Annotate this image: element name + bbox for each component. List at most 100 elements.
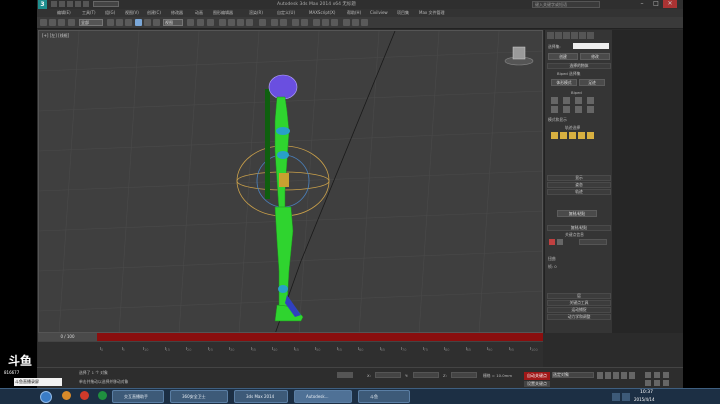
viewport-label[interactable]: [+] [左] [线框] xyxy=(42,33,69,39)
key-prev-icon[interactable] xyxy=(549,239,555,245)
auto-key-button[interactable]: 自动关键点 xyxy=(524,372,550,380)
undo-icon[interactable] xyxy=(75,1,81,7)
key-next-icon[interactable] xyxy=(557,239,563,245)
scale-tool-icon[interactable] xyxy=(153,19,160,26)
rollout-track[interactable]: 轨迹 xyxy=(547,189,611,195)
schematic-view-icon[interactable] xyxy=(322,19,329,26)
maximize-viewport-icon[interactable] xyxy=(663,380,669,386)
display-tab-icon[interactable] xyxy=(579,32,586,39)
track-select-icon[interactable] xyxy=(587,132,594,139)
lock-selection-icon[interactable] xyxy=(337,372,353,378)
rendered-frame-icon[interactable] xyxy=(352,19,359,26)
menu-animation[interactable]: 动画 xyxy=(195,10,203,16)
biped-tool-icon[interactable] xyxy=(575,106,582,113)
spinner-snap-icon[interactable] xyxy=(246,19,253,26)
copy-paste-button[interactable]: 复制/粘贴 xyxy=(557,210,597,217)
folder-icon[interactable] xyxy=(62,391,71,400)
redo-icon[interactable] xyxy=(83,1,89,7)
named-selection-icon[interactable] xyxy=(259,19,266,26)
biped-tool-icon[interactable] xyxy=(575,97,582,104)
minimize-button[interactable]: – xyxy=(635,0,649,8)
menu-graph-editors[interactable]: 图形编辑器 xyxy=(213,10,233,16)
unlink-icon[interactable] xyxy=(49,19,56,26)
track-select-icon[interactable] xyxy=(578,132,585,139)
animation-track-bar[interactable] xyxy=(97,333,543,341)
time-slider[interactable]: 0 / 100 xyxy=(38,333,97,341)
z-coordinate-field[interactable] xyxy=(451,372,477,378)
workspace-dropdown[interactable] xyxy=(93,1,119,7)
maximize-button[interactable]: □ xyxy=(649,0,663,8)
taskbar-item-douyu[interactable]: 斗鱼 xyxy=(358,390,410,403)
bind-spacewarp-icon[interactable] xyxy=(58,19,65,26)
object-name-field[interactable] xyxy=(573,43,609,49)
select-manipulate-icon[interactable] xyxy=(197,19,204,26)
modify-tab-icon[interactable] xyxy=(555,32,562,39)
pan-icon[interactable] xyxy=(645,380,651,386)
snaps-toggle-icon[interactable] xyxy=(219,19,226,26)
zoom-all-icon[interactable] xyxy=(654,372,660,378)
close-button[interactable]: ✕ xyxy=(663,0,677,8)
curve-editor-icon[interactable] xyxy=(313,19,320,26)
rollout-key-tools[interactable]: 关键点工具 xyxy=(547,300,611,306)
tray-volume-icon[interactable] xyxy=(622,393,630,401)
menu-views[interactable]: 视图(V) xyxy=(125,10,139,16)
track-select-icon[interactable] xyxy=(551,132,558,139)
zoom-icon[interactable] xyxy=(645,372,651,378)
open-file-icon[interactable] xyxy=(59,1,65,7)
menu-rendering[interactable]: 渲染(R) xyxy=(249,10,263,16)
biped-tool-icon[interactable] xyxy=(551,97,558,104)
rollout-selected-object[interactable]: 选择的物体 xyxy=(547,63,611,69)
biped-tool-icon[interactable] xyxy=(551,106,558,113)
menu-project[interactable]: 项目集 xyxy=(397,10,409,16)
select-by-name-icon[interactable] xyxy=(107,19,114,26)
next-frame-icon[interactable] xyxy=(621,372,627,379)
rollout-motion-capture[interactable]: 运动捕捉 xyxy=(547,307,611,313)
tab-a-button[interactable]: 创建 xyxy=(548,53,578,60)
select-link-icon[interactable] xyxy=(40,19,47,26)
menu-create[interactable]: 创建(C) xyxy=(147,10,161,16)
mirror-icon[interactable] xyxy=(271,19,278,26)
key-filter-dropdown[interactable]: 选定对象 xyxy=(552,372,594,378)
go-end-icon[interactable] xyxy=(629,372,635,379)
material-editor-icon[interactable] xyxy=(331,19,338,26)
go-start-icon[interactable] xyxy=(597,372,603,379)
percent-snap-icon[interactable] xyxy=(237,19,244,26)
window-crossing-icon[interactable] xyxy=(125,19,132,26)
rect-select-icon[interactable] xyxy=(116,19,123,26)
key-number-field[interactable] xyxy=(579,239,607,245)
footstep-mode-button[interactable]: 足迹 xyxy=(579,79,605,86)
tab-b-button[interactable]: 修改 xyxy=(580,53,610,60)
render-setup-icon[interactable] xyxy=(343,19,350,26)
viewport-left[interactable]: [+] [左] [线框] xyxy=(38,30,543,333)
media-player-icon[interactable] xyxy=(80,391,89,400)
biped-tool-icon[interactable] xyxy=(563,106,570,113)
keyboard-shortcut-icon[interactable] xyxy=(207,19,214,26)
biped-leg[interactable] xyxy=(274,206,294,312)
menu-group[interactable]: 组(G) xyxy=(105,10,115,16)
menu-edit[interactable]: 编辑(E) xyxy=(57,10,71,16)
angle-snap-icon[interactable] xyxy=(228,19,235,26)
menu-file-manager[interactable]: Max 文件管理 xyxy=(419,10,445,16)
move-tool-icon[interactable] xyxy=(135,19,142,26)
layer-manager-icon[interactable] xyxy=(292,19,299,26)
taskbar-item-3dsmax[interactable]: 3ds Max 2014 xyxy=(234,390,288,403)
save-file-icon[interactable] xyxy=(67,1,73,7)
x-coordinate-field[interactable] xyxy=(375,372,401,378)
app-logo-icon[interactable]: 3 xyxy=(38,0,47,9)
selection-filter-dropdown[interactable]: 全部 xyxy=(79,19,103,26)
biped-tool-icon[interactable] xyxy=(587,97,594,104)
rotate-tool-icon[interactable] xyxy=(144,19,151,26)
utilities-tab-icon[interactable] xyxy=(587,32,594,39)
orbit-icon[interactable] xyxy=(654,380,660,386)
hierarchy-tab-icon[interactable] xyxy=(563,32,570,39)
create-tab-icon[interactable] xyxy=(547,32,554,39)
menu-civilview[interactable]: Civilview xyxy=(370,10,388,15)
biped-tool-icon[interactable] xyxy=(563,97,570,104)
new-file-icon[interactable] xyxy=(51,1,57,7)
taskbar-item-autodesk[interactable]: Autodesk... xyxy=(294,390,352,403)
biped-pelvis[interactable] xyxy=(279,173,289,187)
menu-maxscript[interactable]: MAXScript(X) xyxy=(309,10,335,15)
menu-help[interactable]: 帮助(H) xyxy=(347,10,361,16)
tray-network-icon[interactable] xyxy=(612,393,620,401)
track-select-icon[interactable] xyxy=(560,132,567,139)
